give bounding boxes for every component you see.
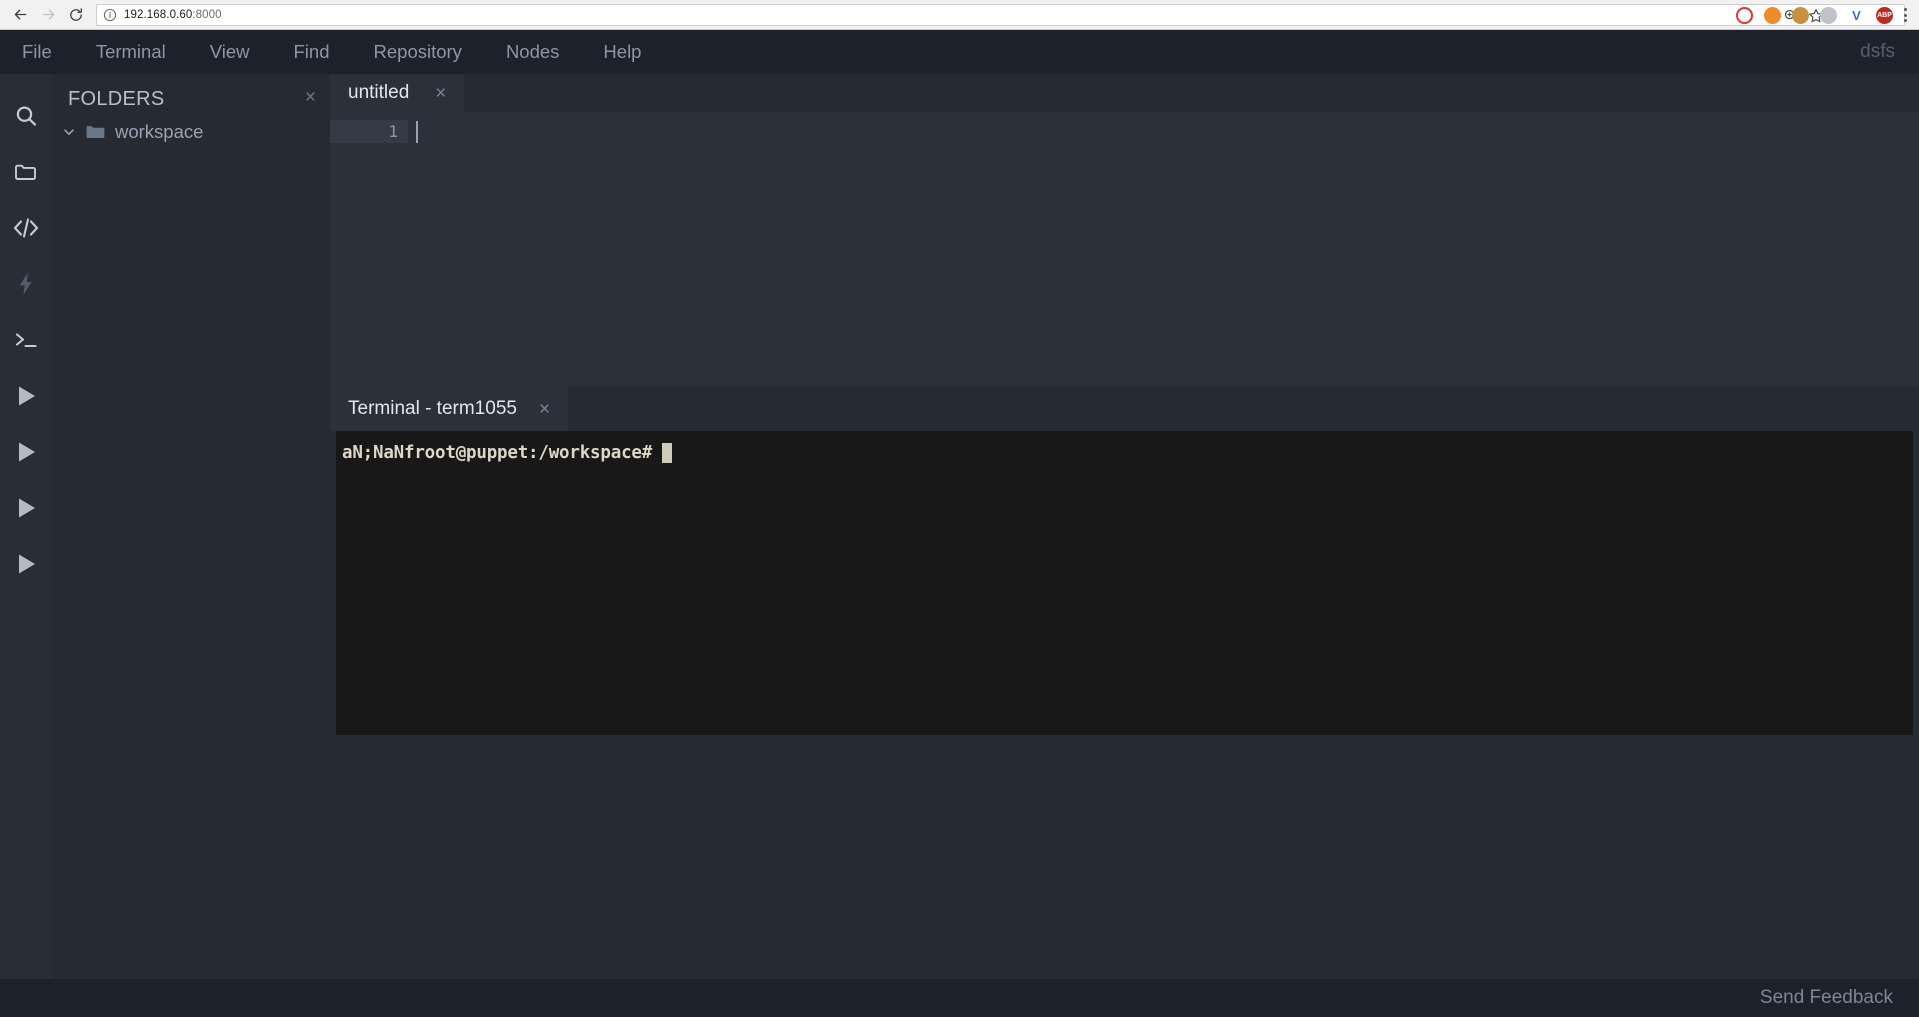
terminal-prompt-icon[interactable]: [0, 312, 52, 368]
main-region: FOLDERS × workspace untitled × 1 Termina…: [0, 74, 1919, 979]
workspace-name-label: dsfs: [1860, 41, 1895, 62]
lightning-bolt-icon[interactable]: [0, 256, 52, 312]
terminal-panel-spacer: [330, 735, 1919, 979]
menu-file[interactable]: File: [0, 30, 74, 74]
chevron-down-icon[interactable]: [62, 125, 76, 139]
kebab-menu-icon[interactable]: [1897, 0, 1913, 30]
send-feedback-link[interactable]: Send Feedback: [1760, 987, 1893, 1009]
tab-label: Terminal - term1055: [348, 398, 517, 419]
menu-find[interactable]: Find: [272, 30, 352, 74]
back-arrow-icon[interactable]: [6, 2, 34, 28]
close-icon[interactable]: ×: [435, 84, 446, 103]
app-menubar: File Terminal View Find Repository Nodes…: [0, 30, 1919, 74]
folders-header: FOLDERS ×: [52, 74, 330, 111]
folder-icon: [86, 124, 105, 140]
play-icon[interactable]: [0, 424, 52, 480]
folders-title: FOLDERS: [68, 88, 165, 110]
menu-nodes[interactable]: Nodes: [484, 30, 581, 74]
terminal-prompt-line: aN;NaNfroot@puppet:/workspace#: [342, 443, 1913, 463]
menu-repository[interactable]: Repository: [352, 30, 484, 74]
terminal-tabbar: Terminal - term1055 ×: [330, 387, 1919, 431]
terminal-output[interactable]: aN;NaNfroot@puppet:/workspace#: [336, 431, 1913, 735]
editor-terminal-column: untitled × 1 Terminal - term1055 × aN;Na…: [330, 74, 1919, 979]
site-info-icon[interactable]: [103, 8, 117, 22]
reload-icon[interactable]: [62, 2, 90, 28]
close-icon[interactable]: ×: [539, 400, 550, 419]
tab-untitled[interactable]: untitled ×: [330, 74, 465, 112]
editor-tabbar: untitled ×: [330, 74, 1919, 112]
tree-item-workspace[interactable]: workspace: [52, 111, 330, 143]
v-extension-icon[interactable]: V: [1848, 6, 1865, 24]
terminal-tabbar-empty: [568, 387, 1919, 431]
tree-item-label: workspace: [115, 121, 204, 142]
code-editor[interactable]: 1: [330, 112, 1919, 387]
owl-extension-icon[interactable]: [1792, 6, 1809, 24]
menu-view[interactable]: View: [188, 30, 272, 74]
code-line: 1: [330, 112, 1919, 143]
folder-icon[interactable]: [0, 144, 52, 200]
close-icon[interactable]: ×: [305, 88, 316, 107]
url-port: :8000: [192, 8, 222, 21]
folders-panel: FOLDERS × workspace: [52, 74, 330, 979]
address-bar-text: 192.168.0.60:8000: [124, 9, 222, 21]
status-bar: Send Feedback: [0, 979, 1919, 1017]
browser-toolbar: 192.168.0.60:8000 V ABP: [0, 0, 1919, 30]
opera-extension-icon[interactable]: [1736, 6, 1753, 24]
play-icon[interactable]: [0, 480, 52, 536]
menu-help[interactable]: Help: [581, 30, 663, 74]
play-icon[interactable]: [0, 536, 52, 592]
address-bar[interactable]: 192.168.0.60:8000: [96, 3, 1905, 26]
editor-tabbar-empty: [464, 74, 1919, 112]
tab-terminal-term1055[interactable]: Terminal - term1055 ×: [330, 387, 569, 431]
ghost-extension-icon[interactable]: [1820, 6, 1837, 24]
flame-extension-icon[interactable]: [1764, 6, 1781, 24]
line-number: 1: [330, 120, 408, 143]
search-icon[interactable]: [0, 88, 52, 144]
terminal-prompt-text: aN;NaNfroot@puppet:/workspace#: [342, 443, 653, 463]
url-host: 192.168.0.60: [124, 8, 193, 21]
forward-arrow-icon: [34, 2, 62, 28]
code-icon[interactable]: [0, 200, 52, 256]
text-caret: [416, 120, 418, 143]
browser-extensions: V ABP: [1736, 0, 1893, 30]
menu-terminal[interactable]: Terminal: [74, 30, 188, 74]
adblock-plus-icon[interactable]: ABP: [1876, 6, 1893, 24]
terminal-cursor: [662, 443, 673, 463]
play-icon[interactable]: [0, 368, 52, 424]
tab-label: untitled: [348, 82, 410, 103]
activity-bar: [0, 74, 52, 979]
